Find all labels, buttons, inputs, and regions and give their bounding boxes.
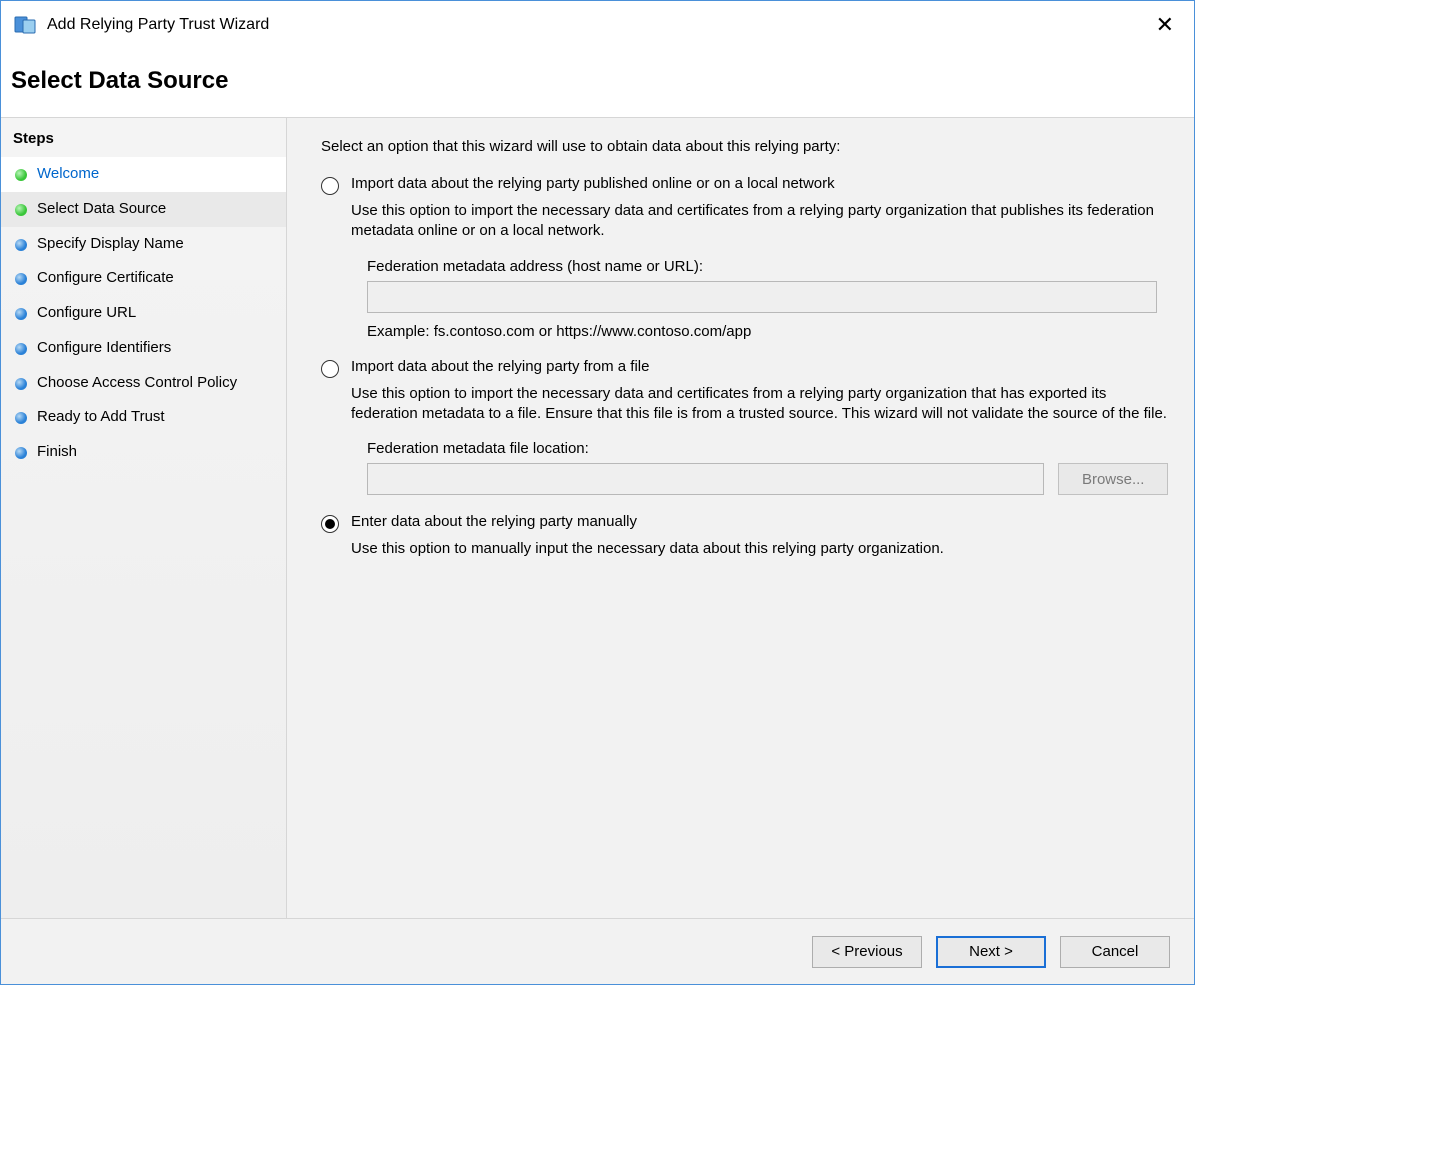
step-label: Specify Display Name [37,235,184,254]
close-icon[interactable]: ✕ [1148,8,1182,42]
step-label: Select Data Source [37,200,166,219]
option-desc: Use this option to import the necessary … [351,384,1168,425]
step-label: Welcome [37,165,99,184]
option-label: Enter data about the relying party manua… [351,513,637,530]
step-welcome[interactable]: Welcome [1,157,286,192]
radio-manual[interactable] [321,515,339,533]
step-select-data-source[interactable]: Select Data Source [1,192,286,227]
step-label: Configure Identifiers [37,339,171,358]
radio-import-online[interactable] [321,177,339,195]
footer: < Previous Next > Cancel [1,918,1194,984]
bullet-icon [15,169,27,181]
federation-file-group: Federation metadata file location: Brows… [367,440,1168,495]
step-ready-to-add-trust[interactable]: Ready to Add Trust [1,400,286,435]
bullet-icon [15,239,27,251]
bullet-icon [15,447,27,459]
federation-address-input[interactable] [367,281,1157,313]
federation-address-label: Federation metadata address (host name o… [367,258,1168,275]
step-specify-display-name[interactable]: Specify Display Name [1,227,286,262]
federation-file-input[interactable] [367,463,1044,495]
bullet-icon [15,204,27,216]
option-manual[interactable]: Enter data about the relying party manua… [321,513,1168,533]
option-import-file[interactable]: Import data about the relying party from… [321,358,1168,378]
cancel-button[interactable]: Cancel [1060,936,1170,968]
option-label: Import data about the relying party publ… [351,175,835,192]
bullet-icon [15,412,27,424]
step-choose-access-control-policy[interactable]: Choose Access Control Policy [1,366,286,401]
window-title: Add Relying Party Trust Wizard [47,16,269,34]
federation-address-example: Example: fs.contoso.com or https://www.c… [367,323,1168,340]
step-label: Configure Certificate [37,269,174,288]
intro-text: Select an option that this wizard will u… [321,138,1168,155]
option-label: Import data about the relying party from… [351,358,649,375]
browse-button[interactable]: Browse... [1058,463,1168,495]
option-desc: Use this option to manually input the ne… [351,539,1168,559]
step-label: Finish [37,443,77,462]
step-finish[interactable]: Finish [1,435,286,470]
option-import-online[interactable]: Import data about the relying party publ… [321,175,1168,195]
bullet-icon [15,273,27,285]
bullet-icon [15,378,27,390]
heading-area: Select Data Source [1,49,1194,117]
federation-address-group: Federation metadata address (host name o… [367,258,1168,340]
option-desc: Use this option to import the necessary … [351,201,1168,242]
sidebar-header: Steps [1,124,286,157]
step-label: Choose Access Control Policy [37,374,237,393]
app-icon [13,13,37,37]
next-button[interactable]: Next > [936,936,1046,968]
main-panel: Select an option that this wizard will u… [287,118,1194,920]
sidebar: Steps Welcome Select Data Source Specify… [1,118,287,920]
step-configure-identifiers[interactable]: Configure Identifiers [1,331,286,366]
step-label: Ready to Add Trust [37,408,165,427]
step-configure-certificate[interactable]: Configure Certificate [1,261,286,296]
bullet-icon [15,308,27,320]
step-configure-url[interactable]: Configure URL [1,296,286,331]
federation-file-label: Federation metadata file location: [367,440,1168,457]
previous-button[interactable]: < Previous [812,936,922,968]
bullet-icon [15,343,27,355]
titlebar: Add Relying Party Trust Wizard ✕ [1,1,1194,49]
radio-import-file[interactable] [321,360,339,378]
step-label: Configure URL [37,304,136,323]
content: Steps Welcome Select Data Source Specify… [1,117,1194,920]
page-heading: Select Data Source [11,67,1184,95]
